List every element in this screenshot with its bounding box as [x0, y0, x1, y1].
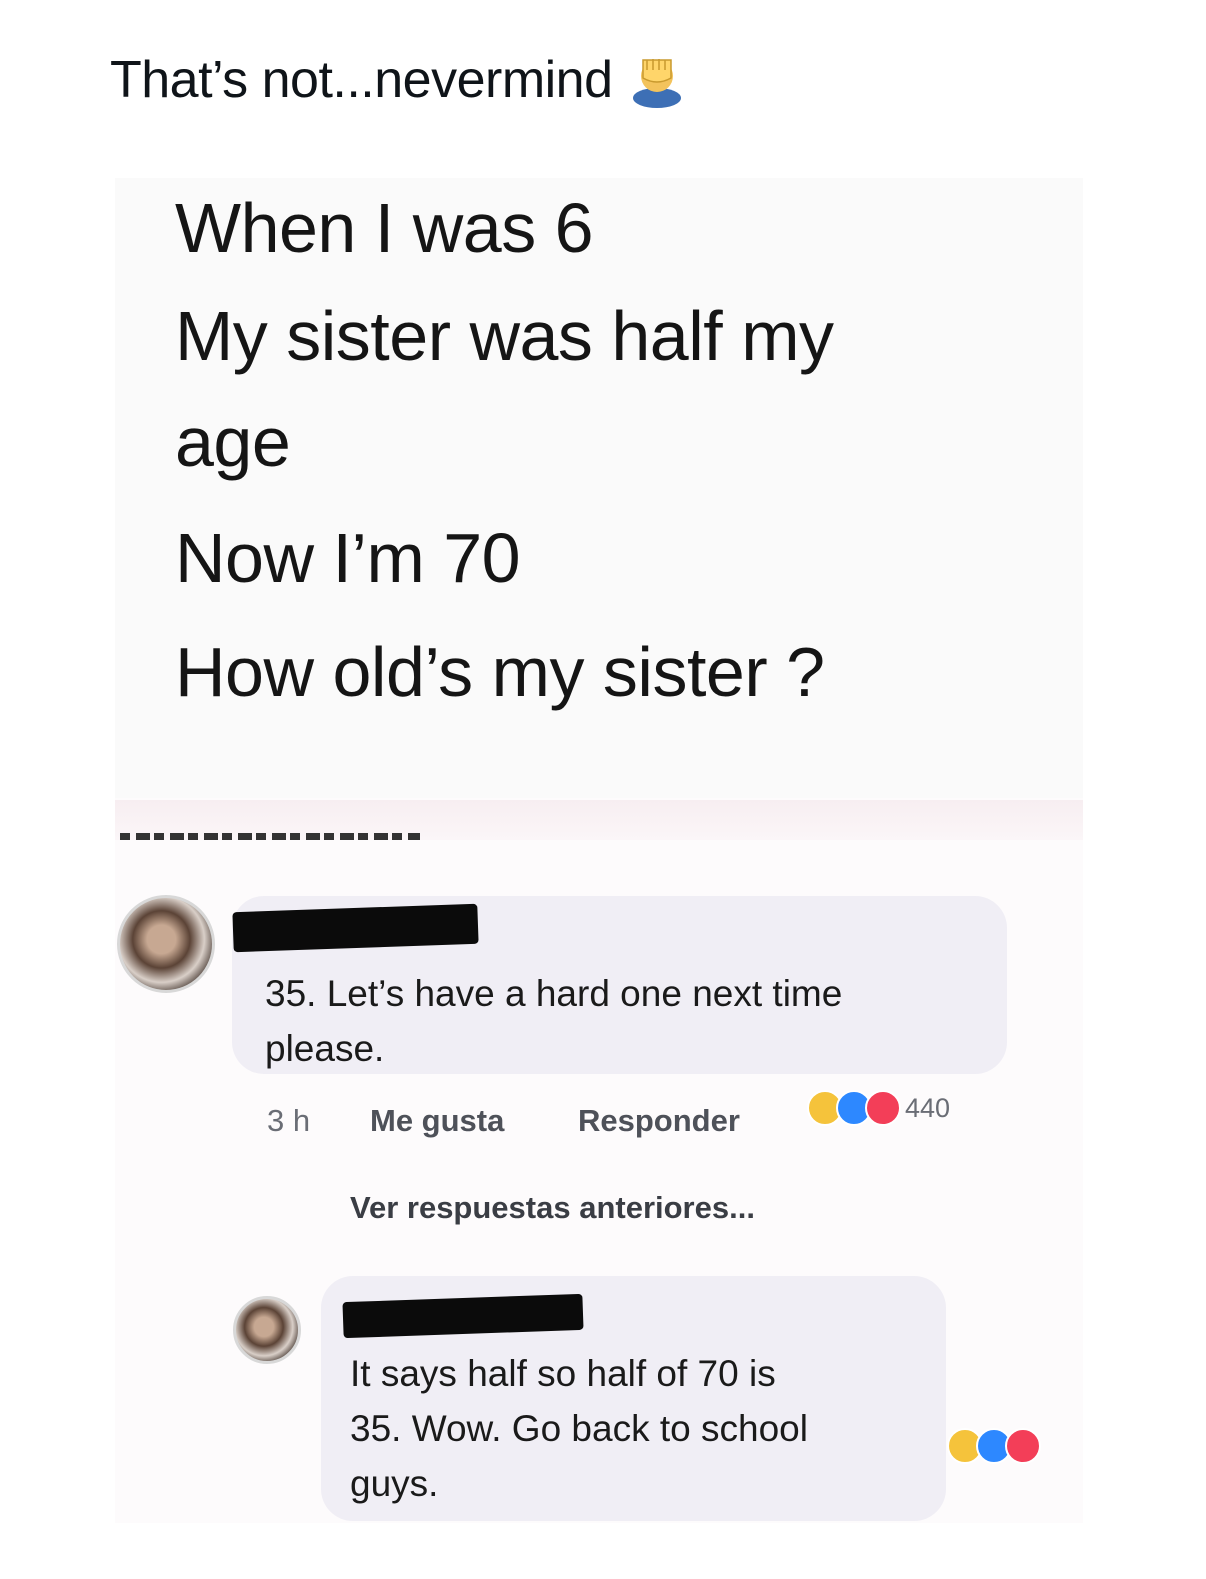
- comment-line: guys.: [350, 1463, 439, 1504]
- question-line: age: [175, 403, 291, 481]
- comment-text: It says half so half of 70 is 35. Wow. G…: [350, 1346, 808, 1511]
- like-button[interactable]: Me gusta: [370, 1103, 504, 1139]
- avatar[interactable]: [117, 895, 215, 993]
- reaction-count: 440: [905, 1092, 951, 1123]
- question-line: When I was 6: [175, 189, 594, 267]
- question-card: When I was 6 My sister was half my age N…: [115, 178, 1083, 798]
- comment-time: 3 h: [267, 1103, 311, 1138]
- cropped-text-fragment: [120, 833, 420, 840]
- meme-screenshot: When I was 6 My sister was half my age N…: [115, 178, 1083, 1523]
- comment-line: 35. Let’s have a hard one next time: [265, 973, 843, 1014]
- reaction-summary[interactable]: [947, 1428, 1041, 1464]
- post-caption: That’s not...nevermind: [110, 50, 685, 110]
- question-line: My sister was half my: [175, 297, 834, 375]
- redacted-name: [232, 903, 479, 953]
- question-line: Now I’m 70: [175, 519, 521, 597]
- comment-text: 35. Let’s have a hard one next time plea…: [265, 966, 842, 1076]
- facepalm-icon: [629, 52, 685, 108]
- love-reaction-icon: [1005, 1428, 1041, 1464]
- comment-line: It says half so half of 70 is: [350, 1353, 776, 1394]
- comment-line: please.: [265, 1028, 385, 1069]
- love-reaction-icon: [865, 1090, 901, 1126]
- reaction-summary[interactable]: 440: [807, 1090, 950, 1126]
- question-line: How old’s my sister ?: [175, 633, 825, 711]
- caption-text: That’s not...nevermind: [110, 51, 613, 109]
- view-previous-replies-link[interactable]: Ver respuestas anteriores...: [350, 1190, 755, 1226]
- comment-line: 35. Wow. Go back to school: [350, 1408, 808, 1449]
- avatar[interactable]: [233, 1296, 301, 1364]
- reply-button[interactable]: Responder: [578, 1103, 740, 1139]
